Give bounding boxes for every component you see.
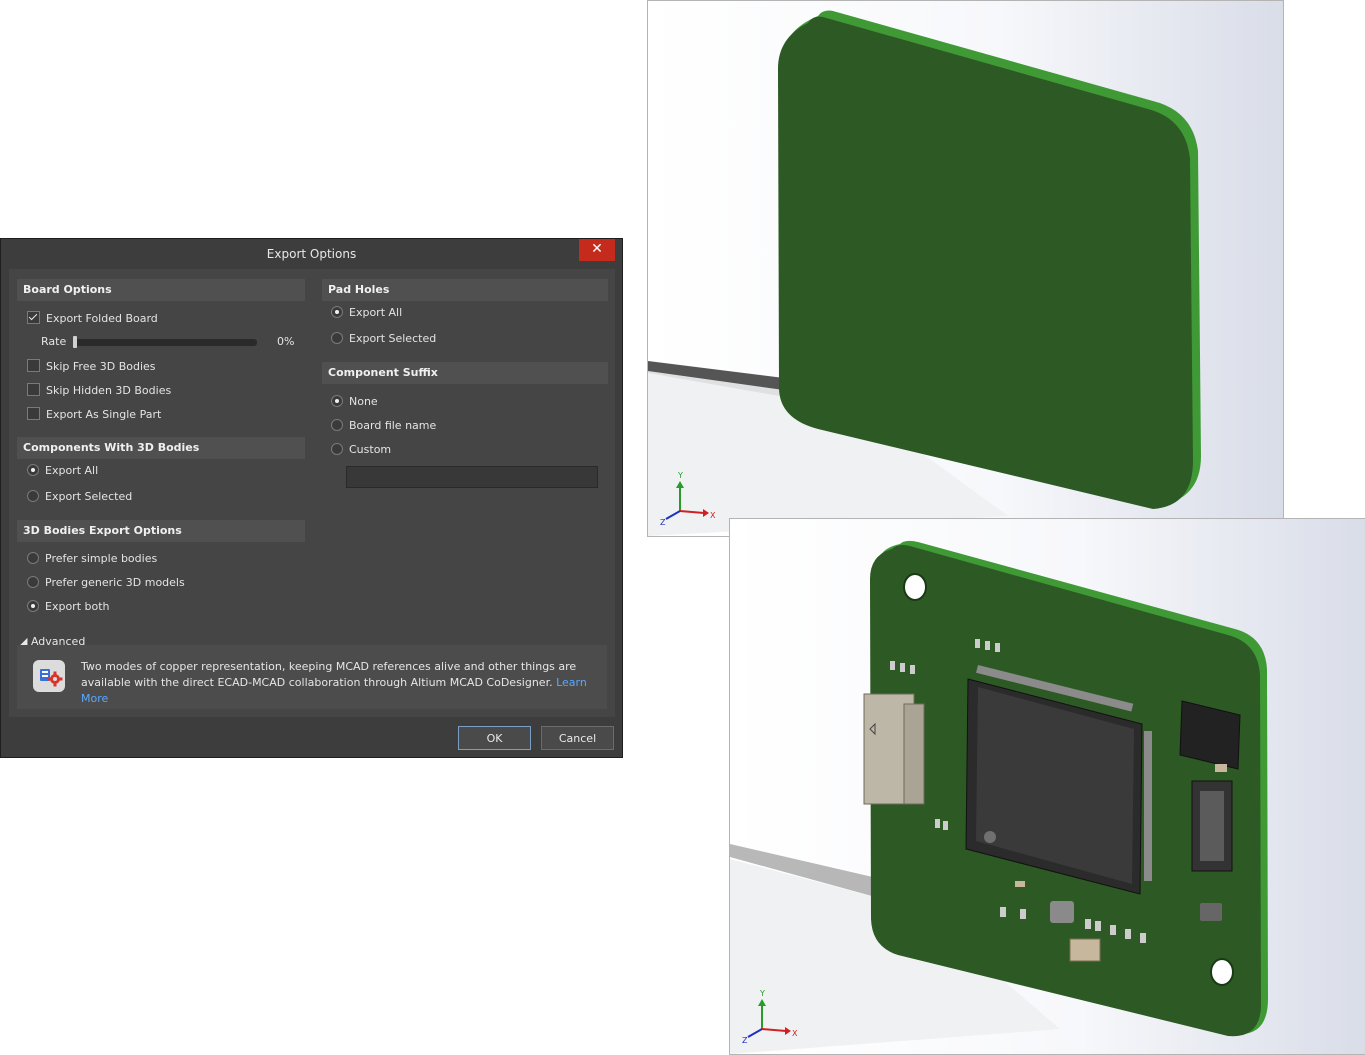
rate-label: Rate <box>41 335 67 348</box>
rate-value: 0% <box>277 335 295 348</box>
radio-selected-icon[interactable] <box>27 600 39 612</box>
rate-slider[interactable] <box>74 339 257 346</box>
pad-holes-header: Pad Holes <box>322 279 608 301</box>
axis-y-label: Y <box>677 471 683 480</box>
custom-suffix-input[interactable] <box>346 466 598 488</box>
cancel-button[interactable]: Cancel <box>541 726 614 750</box>
prefer-generic-models-radio[interactable]: Prefer generic 3D models <box>27 574 185 592</box>
radio-selected-icon[interactable] <box>331 306 343 318</box>
export-both-radio[interactable]: Export both <box>27 598 110 616</box>
components-export-all-radio[interactable]: Export All <box>27 462 98 480</box>
board-blank-render: Y X Z <box>648 10 1201 536</box>
suffix-board-file-name-radio[interactable]: Board file name <box>331 417 436 435</box>
checkbox-checked-icon[interactable] <box>27 311 40 324</box>
export-single-part-checkbox[interactable]: Export As Single Part <box>27 406 161 424</box>
checkbox-icon[interactable] <box>27 383 40 396</box>
components-export-selected-radio[interactable]: Export Selected <box>27 488 132 506</box>
codesigner-icon <box>33 660 65 692</box>
components-3d-header: Components With 3D Bodies <box>17 437 305 459</box>
options-panel: Board Options Export Folded Board Rate 0… <box>9 269 615 717</box>
close-icon: ✕ <box>591 241 603 257</box>
viewport-populated-board[interactable]: Y X Z <box>729 518 1365 1055</box>
codesigner-info-text: Two modes of copper representation, keep… <box>81 660 587 705</box>
checkbox-icon[interactable] <box>27 359 40 372</box>
dialog-title: Export Options <box>266 247 357 261</box>
skip-hidden-3d-bodies-checkbox[interactable]: Skip Hidden 3D Bodies <box>27 382 171 400</box>
radio-icon[interactable] <box>331 332 343 344</box>
axis-z-label: Z <box>742 1036 748 1045</box>
ok-button[interactable]: OK <box>458 726 531 750</box>
rate-slider-thumb[interactable] <box>73 336 77 348</box>
pad-holes-export-selected-radio[interactable]: Export Selected <box>331 330 436 348</box>
radio-icon[interactable] <box>331 419 343 431</box>
radio-icon[interactable] <box>27 576 39 588</box>
radio-icon[interactable] <box>27 552 39 564</box>
dialog-titlebar[interactable]: Export Options ✕ <box>1 239 622 269</box>
axis-y-label: Y <box>759 989 765 998</box>
axis-z-label: Z <box>660 518 666 527</box>
axis-x-label: X <box>792 1029 798 1038</box>
close-button[interactable]: ✕ <box>579 239 615 261</box>
component-suffix-header: Component Suffix <box>322 362 608 384</box>
suffix-custom-radio[interactable]: Custom <box>331 441 391 459</box>
bodies-export-header: 3D Bodies Export Options <box>17 520 305 542</box>
board-options-header: Board Options <box>17 279 305 301</box>
export-options-dialog: Export Options ✕ Board Options Export Fo… <box>0 238 623 758</box>
radio-selected-icon[interactable] <box>331 395 343 407</box>
radio-icon[interactable] <box>27 490 39 502</box>
board-populated-render: Y X Z <box>730 540 1268 1054</box>
export-folded-board-checkbox[interactable]: Export Folded Board <box>27 310 158 328</box>
suffix-none-radio[interactable]: None <box>331 393 378 411</box>
codesigner-info-box: Two modes of copper representation, keep… <box>17 645 607 709</box>
prefer-simple-bodies-radio[interactable]: Prefer simple bodies <box>27 550 157 568</box>
checkbox-icon[interactable] <box>27 407 40 420</box>
pad-holes-export-all-radio[interactable]: Export All <box>331 304 402 322</box>
radio-selected-icon[interactable] <box>27 464 39 476</box>
axis-x-label: X <box>710 511 716 520</box>
skip-free-3d-bodies-checkbox[interactable]: Skip Free 3D Bodies <box>27 358 156 376</box>
radio-icon[interactable] <box>331 443 343 455</box>
viewport-folded-board[interactable]: Y X Z <box>647 0 1284 537</box>
